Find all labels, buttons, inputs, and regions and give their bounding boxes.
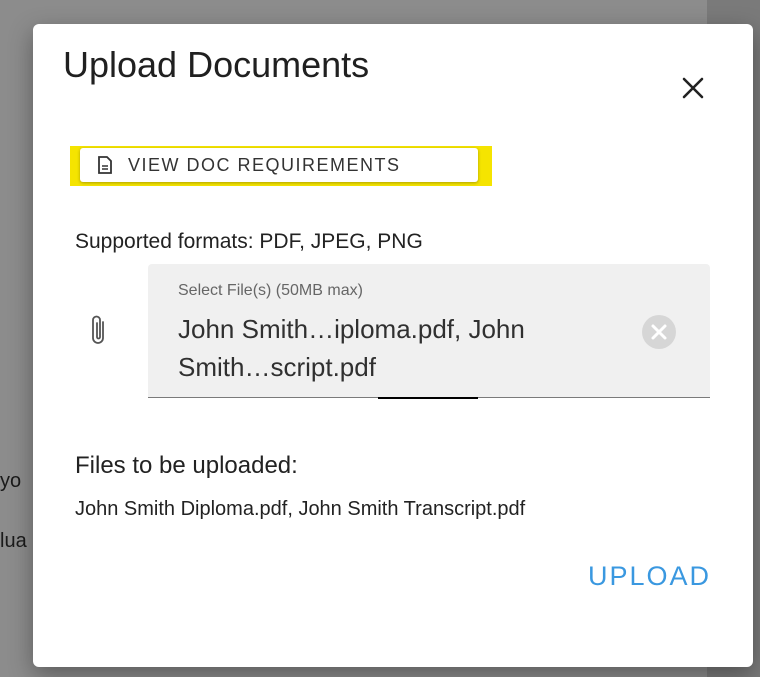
clear-circle-icon[interactable] (641, 314, 677, 350)
file-select-label: Select File(s) (50MB max) (178, 282, 363, 299)
close-icon (682, 77, 704, 99)
close-button[interactable] (673, 68, 713, 108)
paperclip-icon (92, 315, 104, 344)
files-to-upload-heading: Files to be uploaded: (75, 452, 298, 479)
supported-formats-text: Supported formats: PDF, JPEG, PNG (75, 230, 423, 253)
selected-files-value: John Smith…iploma.pdf, John Smith…script… (178, 314, 525, 382)
upload-button[interactable]: UPLOAD (541, 554, 711, 598)
document-icon (96, 156, 114, 174)
view-doc-requirements-button[interactable]: VIEW DOC REQUIREMENTS (80, 148, 478, 182)
input-focus-underline (378, 397, 478, 399)
dialog-title: Upload Documents (63, 44, 370, 85)
files-to-upload-list: John Smith Diploma.pdf, John Smith Trans… (75, 498, 526, 520)
upload-documents-dialog: Upload Documents VIEW DOC REQUIREMENTS S… (33, 24, 753, 667)
file-select-input[interactable]: Select File(s) (50MB max) John Smith…ipl… (148, 264, 710, 399)
doc-requirements-label: VIEW DOC REQUIREMENTS (128, 154, 401, 175)
